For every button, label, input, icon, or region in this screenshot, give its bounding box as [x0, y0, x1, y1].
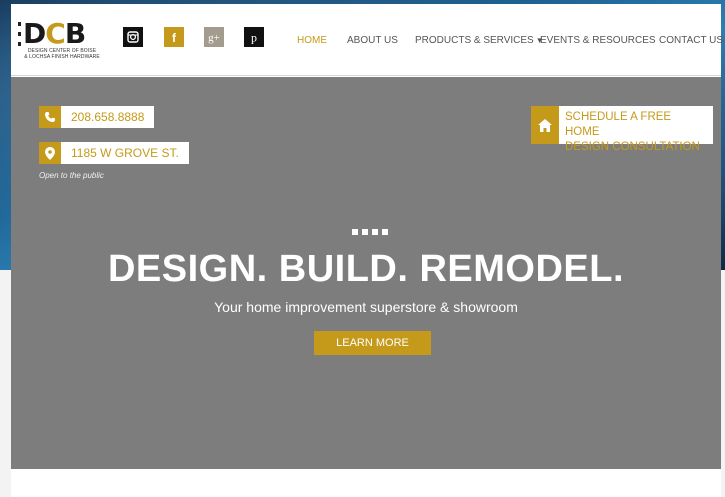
site-logo[interactable]: D C B DESIGN CENTER OF BOISE & LOCHSA FI… — [18, 20, 106, 64]
map-pin-icon — [39, 142, 61, 164]
nav-products-label: PRODUCTS & SERVICES — [415, 35, 534, 46]
instagram-icon[interactable] — [123, 27, 143, 47]
nav-about[interactable]: ABOUT US — [347, 35, 398, 46]
address-link[interactable]: 1185 W GROVE ST. — [61, 142, 189, 164]
browser-page: D C B DESIGN CENTER OF BOISE & LOCHSA FI… — [11, 4, 723, 497]
hero-banner: 208.658.8888 1185 W GROVE ST. Open to th… — [11, 77, 721, 469]
decorative-dots — [352, 229, 388, 235]
learn-more-button[interactable]: LEARN MORE — [314, 331, 431, 355]
consult-line-2: DESIGN CONSULTATION — [565, 141, 700, 153]
site-header: D C B DESIGN CENTER OF BOISE & LOCHSA FI… — [11, 4, 723, 76]
logo-letter-c: C — [45, 17, 66, 50]
facebook-icon[interactable]: f — [164, 27, 184, 47]
consultation-link[interactable]: SCHEDULE A FREE HOME DESIGN CONSULTATION — [559, 106, 713, 153]
pinterest-icon[interactable]: p — [244, 27, 264, 47]
phone-icon — [39, 106, 61, 128]
svg-text:g+: g+ — [208, 32, 220, 44]
content-area — [11, 469, 721, 497]
logo-letter-d: D — [23, 17, 46, 50]
phone-number[interactable]: 208.658.8888 — [61, 106, 155, 128]
hero-headline: DESIGN. BUILD. REMODEL. — [107, 248, 625, 290]
consult-line-1: SCHEDULE A FREE HOME — [565, 111, 672, 138]
hero-tagline: Your home improvement superstore & showr… — [214, 299, 518, 315]
nav-products[interactable]: PRODUCTS & SERVICES ▼ — [415, 35, 544, 46]
open-note: Open to the public — [39, 171, 104, 180]
logo-subtitle-2: & LOCHSA FINISH HARDWARE — [24, 54, 100, 60]
nav-home[interactable]: HOME — [297, 35, 327, 46]
logo-letter-b: B — [64, 17, 86, 50]
google-plus-icon[interactable]: g+ — [204, 27, 224, 47]
logo-mark: D C B — [18, 20, 106, 48]
svg-text:p: p — [251, 31, 257, 45]
logo-bars — [18, 22, 21, 46]
nav-events[interactable]: EVENTS & RESOURCES — [540, 35, 656, 46]
house-icon — [531, 106, 559, 144]
nav-contact[interactable]: CONTACT US — [659, 35, 723, 46]
